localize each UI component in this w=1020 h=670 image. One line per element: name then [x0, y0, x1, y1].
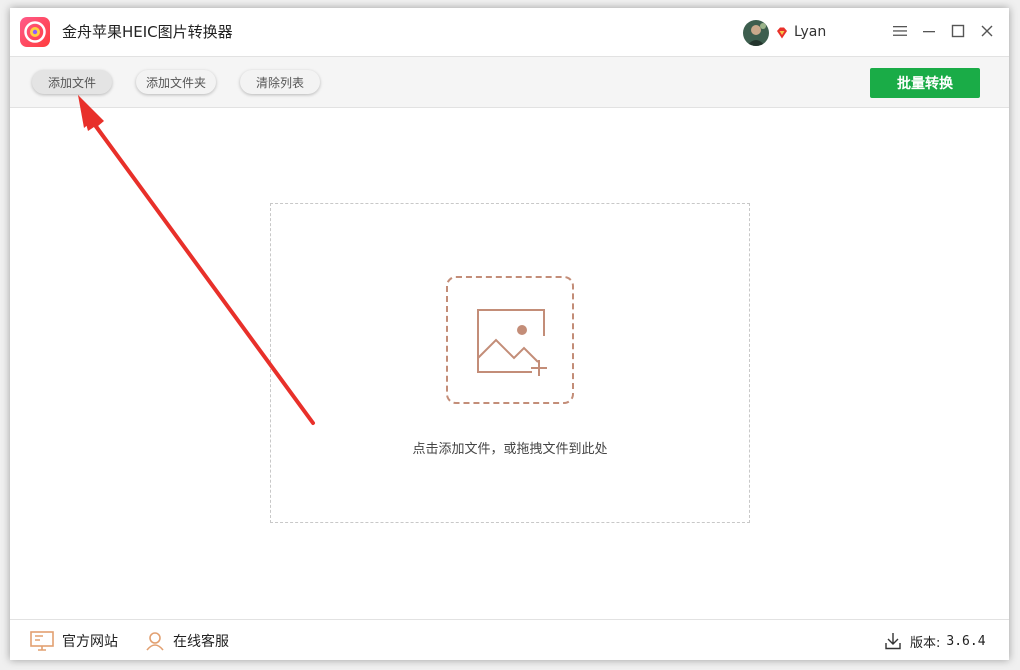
- maximize-icon[interactable]: [950, 23, 966, 39]
- version-info: 版本: 3.6.4: [884, 630, 986, 652]
- image-add-icon-frame[interactable]: [446, 276, 574, 404]
- title-bar: 金舟苹果HEIC图片转换器 Lyan: [10, 8, 1009, 56]
- version-label: 版本:: [910, 635, 941, 651]
- app-window: 金舟苹果HEIC图片转换器 Lyan 添加文件 添加文件夹 清除列表 批量转换 …: [10, 8, 1009, 660]
- online-support-label: 在线客服: [173, 634, 229, 650]
- monitor-icon: [30, 631, 54, 651]
- add-file-button[interactable]: 添加文件: [32, 70, 112, 94]
- batch-convert-button[interactable]: 批量转换: [870, 68, 980, 98]
- minimize-icon[interactable]: [921, 23, 937, 39]
- download-icon[interactable]: [884, 632, 902, 650]
- app-logo-icon: [19, 16, 51, 48]
- online-support-link[interactable]: 在线客服: [145, 630, 229, 652]
- toolbar: 添加文件 添加文件夹 清除列表 批量转换: [10, 56, 1009, 108]
- menu-icon[interactable]: [892, 23, 908, 39]
- headset-user-icon: [146, 632, 164, 651]
- clear-list-button[interactable]: 清除列表: [240, 70, 320, 94]
- app-title: 金舟苹果HEIC图片转换器: [62, 23, 233, 41]
- official-website-link[interactable]: 官方网站: [30, 630, 118, 652]
- add-folder-button[interactable]: 添加文件夹: [136, 70, 216, 94]
- close-icon[interactable]: [979, 23, 995, 39]
- user-name[interactable]: Lyan: [794, 24, 826, 40]
- drop-hint-text: 点击添加文件，或拖拽文件到此处: [412, 442, 608, 457]
- version-number: 3.6.4: [946, 633, 986, 649]
- avatar[interactable]: [743, 20, 769, 46]
- vip-diamond-icon: [775, 25, 789, 39]
- file-drop-zone[interactable]: 点击添加文件，或拖拽文件到此处: [270, 203, 750, 523]
- footer: 官方网站 在线客服 版本: 3.6.4: [10, 619, 1009, 660]
- image-add-icon: [477, 309, 547, 376]
- official-website-label: 官方网站: [62, 634, 118, 650]
